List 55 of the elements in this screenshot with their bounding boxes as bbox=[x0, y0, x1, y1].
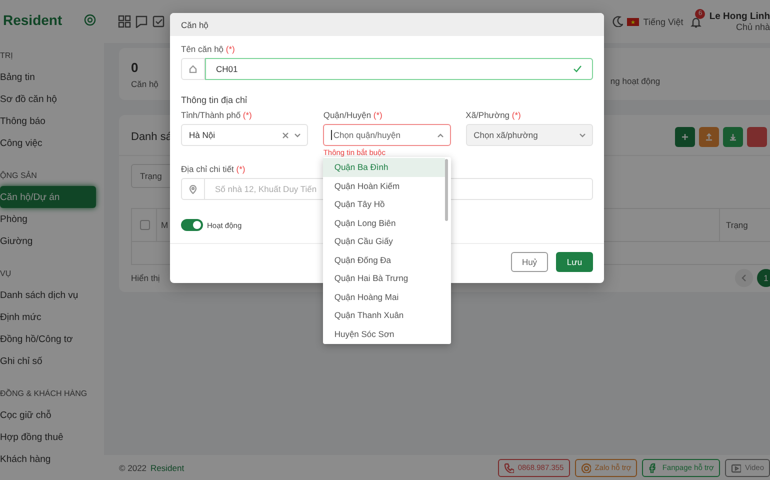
dropdown-option[interactable]: Quận Hoàng Mai bbox=[323, 288, 446, 306]
sidebar-item[interactable]: Cọc giữ chỗ bbox=[0, 404, 96, 426]
column-header: Trạng bbox=[726, 220, 748, 230]
field-label: Quận/Huyện (*) bbox=[323, 110, 382, 120]
section-title: VỤ bbox=[0, 268, 12, 280]
dropdown-option[interactable]: Quận Long Biên bbox=[323, 214, 446, 232]
sidebar-item[interactable]: Định mức bbox=[0, 306, 96, 328]
dropdown-option[interactable]: Quận Đống Đa bbox=[323, 250, 446, 269]
field-label: Xã/Phường (*) bbox=[466, 110, 521, 120]
sidebar-item[interactable]: Hợp đồng thuê bbox=[0, 426, 96, 448]
select-field[interactable]: Hà Nội bbox=[181, 124, 308, 146]
field-label: Tên căn hộ (*) bbox=[181, 44, 235, 54]
dropdown-option[interactable]: Quận Ba Đình bbox=[323, 158, 446, 176]
sidebar-item[interactable]: Danh sách dịch vụ bbox=[0, 284, 96, 306]
language-selector[interactable]: Tiếng Việt bbox=[643, 16, 684, 26]
sidebar-item[interactable]: Khách hàng bbox=[0, 448, 96, 470]
dropdown-option[interactable]: Quận Hoàn Kiếm bbox=[323, 176, 446, 195]
sidebar-item[interactable]: Sơ đồ căn hộ bbox=[0, 88, 96, 110]
section-title: TRỊ bbox=[0, 50, 13, 62]
sidebar-item[interactable]: Giường bbox=[0, 230, 96, 252]
sidebar-item[interactable]: Đồng hồ/Công tơ bbox=[0, 328, 96, 350]
sidebar-item[interactable]: Bảng tin bbox=[0, 66, 96, 88]
field-label: Địa chỉ chi tiết (*) bbox=[181, 164, 246, 174]
dropdown-option[interactable]: Quận Cầu Giấy bbox=[323, 232, 446, 250]
save-button[interactable]: Lưu bbox=[556, 252, 593, 272]
section-title: ĐỒNG & KHÁCH HÀNG bbox=[0, 388, 88, 400]
select-placeholder: Chọn xã/phường bbox=[474, 130, 539, 140]
page-button[interactable]: 1 bbox=[757, 269, 770, 287]
dropdown-option[interactable]: Quận Hai Bà Trưng bbox=[323, 269, 446, 288]
copyright-text: © 2022 bbox=[119, 462, 147, 472]
dropdown-option[interactable]: Quận Thanh Xuân bbox=[323, 306, 446, 324]
stat-label: Căn hộ bbox=[131, 78, 158, 88]
select-value: Hà Nội bbox=[189, 130, 216, 140]
brand-link[interactable]: Resident bbox=[150, 462, 184, 472]
results-text: Hiển thị bbox=[131, 273, 160, 283]
section-title: ỘNG SẢN bbox=[0, 170, 37, 182]
sidebar-item[interactable]: Ghi chỉ số bbox=[0, 350, 96, 372]
column-header: M bbox=[161, 220, 168, 230]
select-field[interactable]: Chọn quận/huyện bbox=[323, 124, 451, 146]
field-label: Tỉnh/Thành phố (*) bbox=[181, 110, 252, 120]
stat-value: 0 bbox=[131, 60, 140, 74]
stat-label: ng hoạt động bbox=[610, 76, 660, 86]
dialog-title: Căn hộ bbox=[170, 13, 604, 36]
sidebar-item[interactable]: Thông báo bbox=[0, 110, 96, 132]
name-field[interactable]: CH01 bbox=[181, 58, 593, 80]
user-role: Chủ nhà bbox=[736, 22, 770, 32]
sidebar-item[interactable]: Công việc bbox=[0, 132, 96, 154]
logo-text: Resident bbox=[3, 12, 62, 28]
cancel-button[interactable]: Huỷ bbox=[511, 252, 548, 272]
dropdown-option[interactable]: Huyện Sóc Sơn bbox=[323, 324, 446, 343]
sidebar-item[interactable]: Căn hộ/Dự án bbox=[0, 186, 96, 208]
section-title: Thông tin địa chỉ bbox=[181, 95, 248, 105]
user-name: Le Hong Linh bbox=[709, 11, 770, 22]
sidebar-item[interactable]: Phòng bbox=[0, 208, 96, 230]
select-placeholder: Chọn quận/huyện bbox=[331, 130, 432, 140]
